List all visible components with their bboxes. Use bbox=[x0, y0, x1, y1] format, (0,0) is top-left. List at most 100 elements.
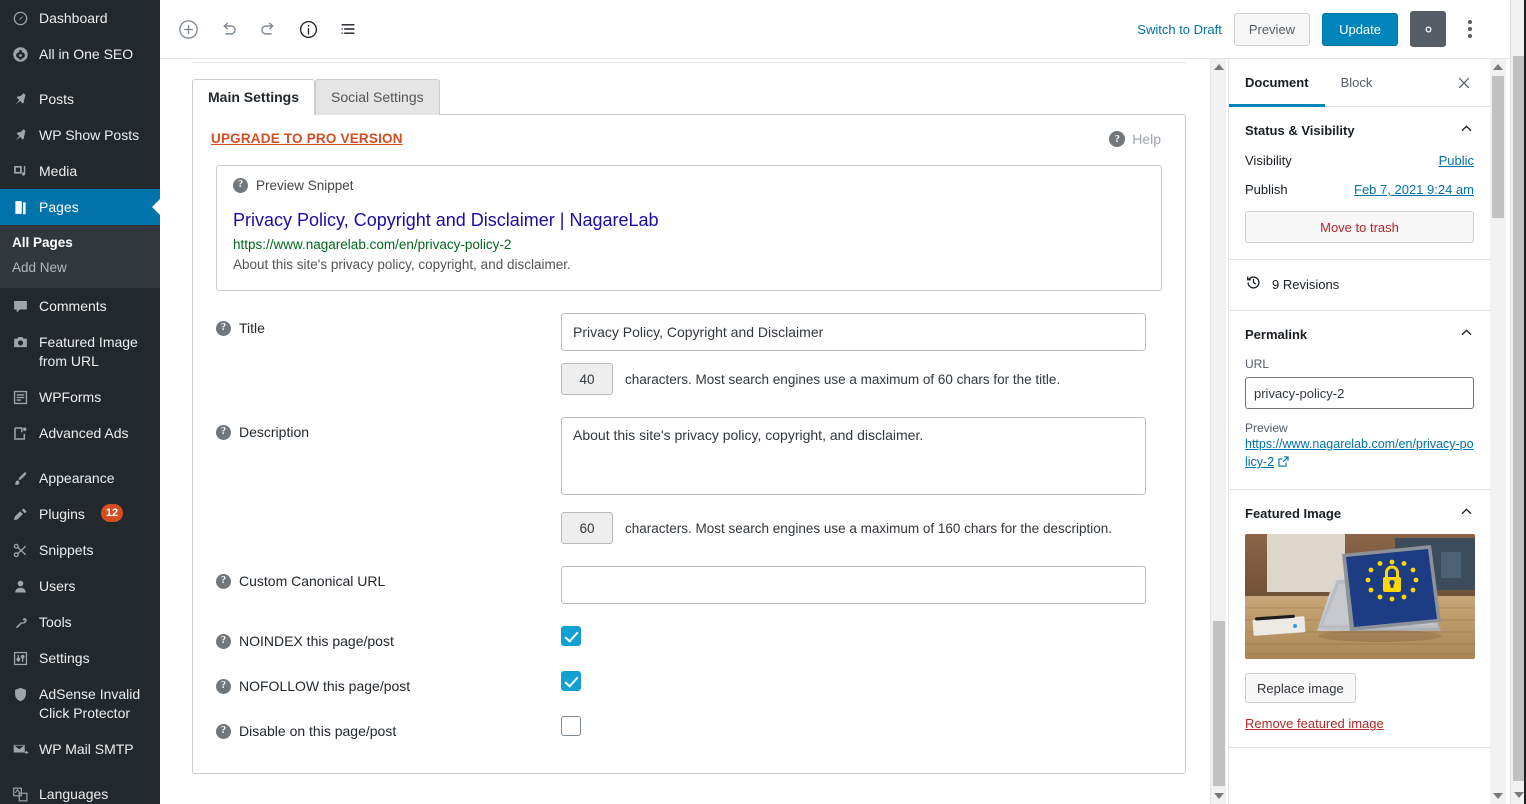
nofollow-help-icon[interactable]: ? bbox=[216, 678, 231, 694]
chevron-up-icon bbox=[1459, 325, 1474, 343]
seo-title-input[interactable] bbox=[561, 313, 1146, 351]
sidebar-subitem-all-pages[interactable]: All Pages bbox=[0, 230, 160, 255]
disable-help-icon[interactable]: ? bbox=[216, 723, 231, 739]
sidebar-submenu-pages: All Pages Add New bbox=[0, 225, 160, 288]
field-row-title: ? Title 40 characters. Most search engin… bbox=[211, 313, 1167, 395]
main-scrollbar-thumb[interactable] bbox=[1213, 621, 1225, 786]
noindex-help-icon[interactable]: ? bbox=[216, 633, 231, 649]
sidebar-item-appearance[interactable]: Appearance bbox=[0, 460, 160, 496]
sidebar-item-featured-image-from-url[interactable]: Featured Image from URL bbox=[0, 324, 160, 379]
sidebar-item-wp-mail-smtp[interactable]: WP Mail SMTP bbox=[0, 731, 160, 767]
form-icon bbox=[10, 387, 30, 407]
sidebar-item-media[interactable]: Media bbox=[0, 153, 160, 189]
status-visibility-heading[interactable]: Status & Visibility bbox=[1245, 121, 1474, 139]
scroll-up-arrow-icon[interactable] bbox=[1211, 59, 1227, 75]
nofollow-checkbox[interactable] bbox=[561, 671, 581, 691]
preview-snippet-heading: ? Preview Snippet bbox=[233, 178, 1145, 193]
permalink-preview-link[interactable]: https://www.nagarelab.com/en/privacy-pol… bbox=[1245, 437, 1474, 469]
plug-icon bbox=[10, 504, 30, 524]
add-block-icon[interactable] bbox=[170, 11, 206, 47]
replace-image-button[interactable]: Replace image bbox=[1245, 673, 1356, 703]
sidebar-item-all-in-one-seo[interactable]: All in One SEO bbox=[0, 36, 160, 72]
sidebar-item-wp-show-posts[interactable]: WP Show Posts bbox=[0, 117, 160, 153]
noindex-control bbox=[561, 626, 1167, 646]
toolbar-right-group: Switch to Draft Preview Update bbox=[1137, 11, 1510, 47]
snippet-title: Privacy Policy, Copyright and Disclaimer… bbox=[233, 210, 659, 230]
sidebar-item-settings[interactable]: Settings bbox=[0, 640, 160, 676]
undo-icon[interactable] bbox=[210, 11, 246, 47]
scroll-up-arrow-icon[interactable] bbox=[1490, 59, 1506, 75]
sidebar-panel-scrollbar-thumb[interactable] bbox=[1492, 76, 1504, 218]
sidebar-label: All in One SEO bbox=[39, 46, 134, 62]
snippet-help-icon[interactable]: ? bbox=[233, 178, 248, 193]
sidebar-item-comments[interactable]: Comments bbox=[0, 288, 160, 324]
tab-main-settings[interactable]: Main Settings bbox=[192, 79, 316, 115]
move-to-trash-button[interactable]: Move to trash bbox=[1245, 211, 1474, 243]
sidebar-item-users[interactable]: Users bbox=[0, 568, 160, 604]
visibility-value-button[interactable]: Public bbox=[1439, 153, 1474, 168]
publish-row: Publish Feb 7, 2021 9:24 am bbox=[1245, 182, 1474, 197]
info-icon[interactable] bbox=[290, 11, 326, 47]
history-icon bbox=[1245, 274, 1262, 294]
tab-block[interactable]: Block bbox=[1325, 59, 1389, 106]
description-help-icon[interactable]: ? bbox=[216, 424, 231, 440]
snippet-description: About this site's privacy policy, copyri… bbox=[233, 257, 571, 272]
publish-date-button[interactable]: Feb 7, 2021 9:24 am bbox=[1354, 182, 1474, 197]
tab-social-settings[interactable]: Social Settings bbox=[315, 79, 440, 115]
status-visibility-label: Status & Visibility bbox=[1245, 122, 1355, 138]
seo-description-textarea[interactable] bbox=[561, 417, 1146, 495]
update-button[interactable]: Update bbox=[1322, 12, 1398, 46]
snippet-url: https://www.nagarelab.com/en/privacy-pol… bbox=[233, 237, 512, 252]
disable-checkbox[interactable] bbox=[561, 716, 581, 736]
sidebar-item-dashboard[interactable]: Dashboard bbox=[0, 0, 160, 36]
toolbar-left-group bbox=[160, 11, 366, 47]
kebab-menu-icon[interactable] bbox=[1458, 11, 1482, 47]
title-help-icon[interactable]: ? bbox=[216, 320, 231, 336]
panel-header: UPGRADE TO PRO VERSION ? Help bbox=[211, 131, 1167, 147]
help-link[interactable]: ? Help bbox=[1109, 131, 1167, 147]
upgrade-to-pro-link[interactable]: UPGRADE TO PRO VERSION bbox=[211, 131, 403, 146]
close-icon[interactable] bbox=[1446, 65, 1482, 101]
featured-image-thumbnail[interactable] bbox=[1245, 534, 1475, 659]
permalink-slug-input[interactable] bbox=[1245, 377, 1474, 409]
main-scrollbar[interactable] bbox=[1210, 59, 1226, 804]
gear-icon[interactable] bbox=[1410, 11, 1446, 47]
permalink-heading[interactable]: Permalink bbox=[1245, 325, 1474, 343]
sidebar-label: Plugins bbox=[39, 506, 85, 522]
switch-to-draft-link[interactable]: Switch to Draft bbox=[1137, 22, 1222, 37]
sidebar-item-advanced-ads[interactable]: Advanced Ads bbox=[0, 415, 160, 451]
sidebar-subitem-add-new[interactable]: Add New bbox=[0, 255, 160, 280]
revisions-link[interactable]: 9 Revisions bbox=[1245, 274, 1474, 294]
tab-document[interactable]: Document bbox=[1229, 59, 1325, 107]
sidebar-item-pages[interactable]: Pages bbox=[0, 189, 160, 225]
redo-icon[interactable] bbox=[250, 11, 286, 47]
list-view-icon[interactable] bbox=[330, 11, 366, 47]
editor-toolbar: Switch to Draft Preview Update bbox=[160, 0, 1510, 59]
sidebar-label: Pages bbox=[39, 199, 79, 215]
sidebar-item-tools[interactable]: Tools bbox=[0, 604, 160, 640]
sidebar-item-adsense-invalid-click-protector[interactable]: AdSense Invalid Click Protector bbox=[0, 676, 160, 731]
sidebar-label: WPForms bbox=[39, 389, 102, 405]
sidebar-item-wpforms[interactable]: WPForms bbox=[0, 379, 160, 415]
canonical-label-text: Custom Canonical URL bbox=[239, 573, 386, 589]
title-control: 40 characters. Most search engines use a… bbox=[561, 313, 1167, 395]
canonical-control bbox=[561, 566, 1167, 604]
comment-icon bbox=[10, 296, 30, 316]
featured-image-label: Featured Image bbox=[1245, 505, 1342, 521]
pin-icon bbox=[10, 89, 30, 109]
sidebar-item-posts[interactable]: Posts bbox=[0, 81, 160, 117]
languages-icon bbox=[10, 784, 30, 804]
scroll-down-arrow-icon[interactable] bbox=[1211, 788, 1227, 804]
featured-image-heading[interactable]: Featured Image bbox=[1245, 504, 1474, 522]
canonical-url-input[interactable] bbox=[561, 566, 1146, 604]
remove-featured-image-link[interactable]: Remove featured image bbox=[1245, 716, 1474, 731]
scroll-down-arrow-icon[interactable] bbox=[1490, 788, 1506, 804]
sidebar-item-languages[interactable]: Languages bbox=[0, 776, 160, 804]
sidebar-item-snippets[interactable]: Snippets bbox=[0, 532, 160, 568]
canonical-help-icon[interactable]: ? bbox=[216, 573, 231, 589]
noindex-checkbox[interactable] bbox=[561, 626, 581, 646]
help-label: Help bbox=[1132, 131, 1161, 147]
sidebar-panel-scrollbar[interactable] bbox=[1490, 59, 1506, 804]
preview-button[interactable]: Preview bbox=[1233, 12, 1311, 46]
sidebar-item-plugins[interactable]: Plugins 12 bbox=[0, 496, 160, 532]
